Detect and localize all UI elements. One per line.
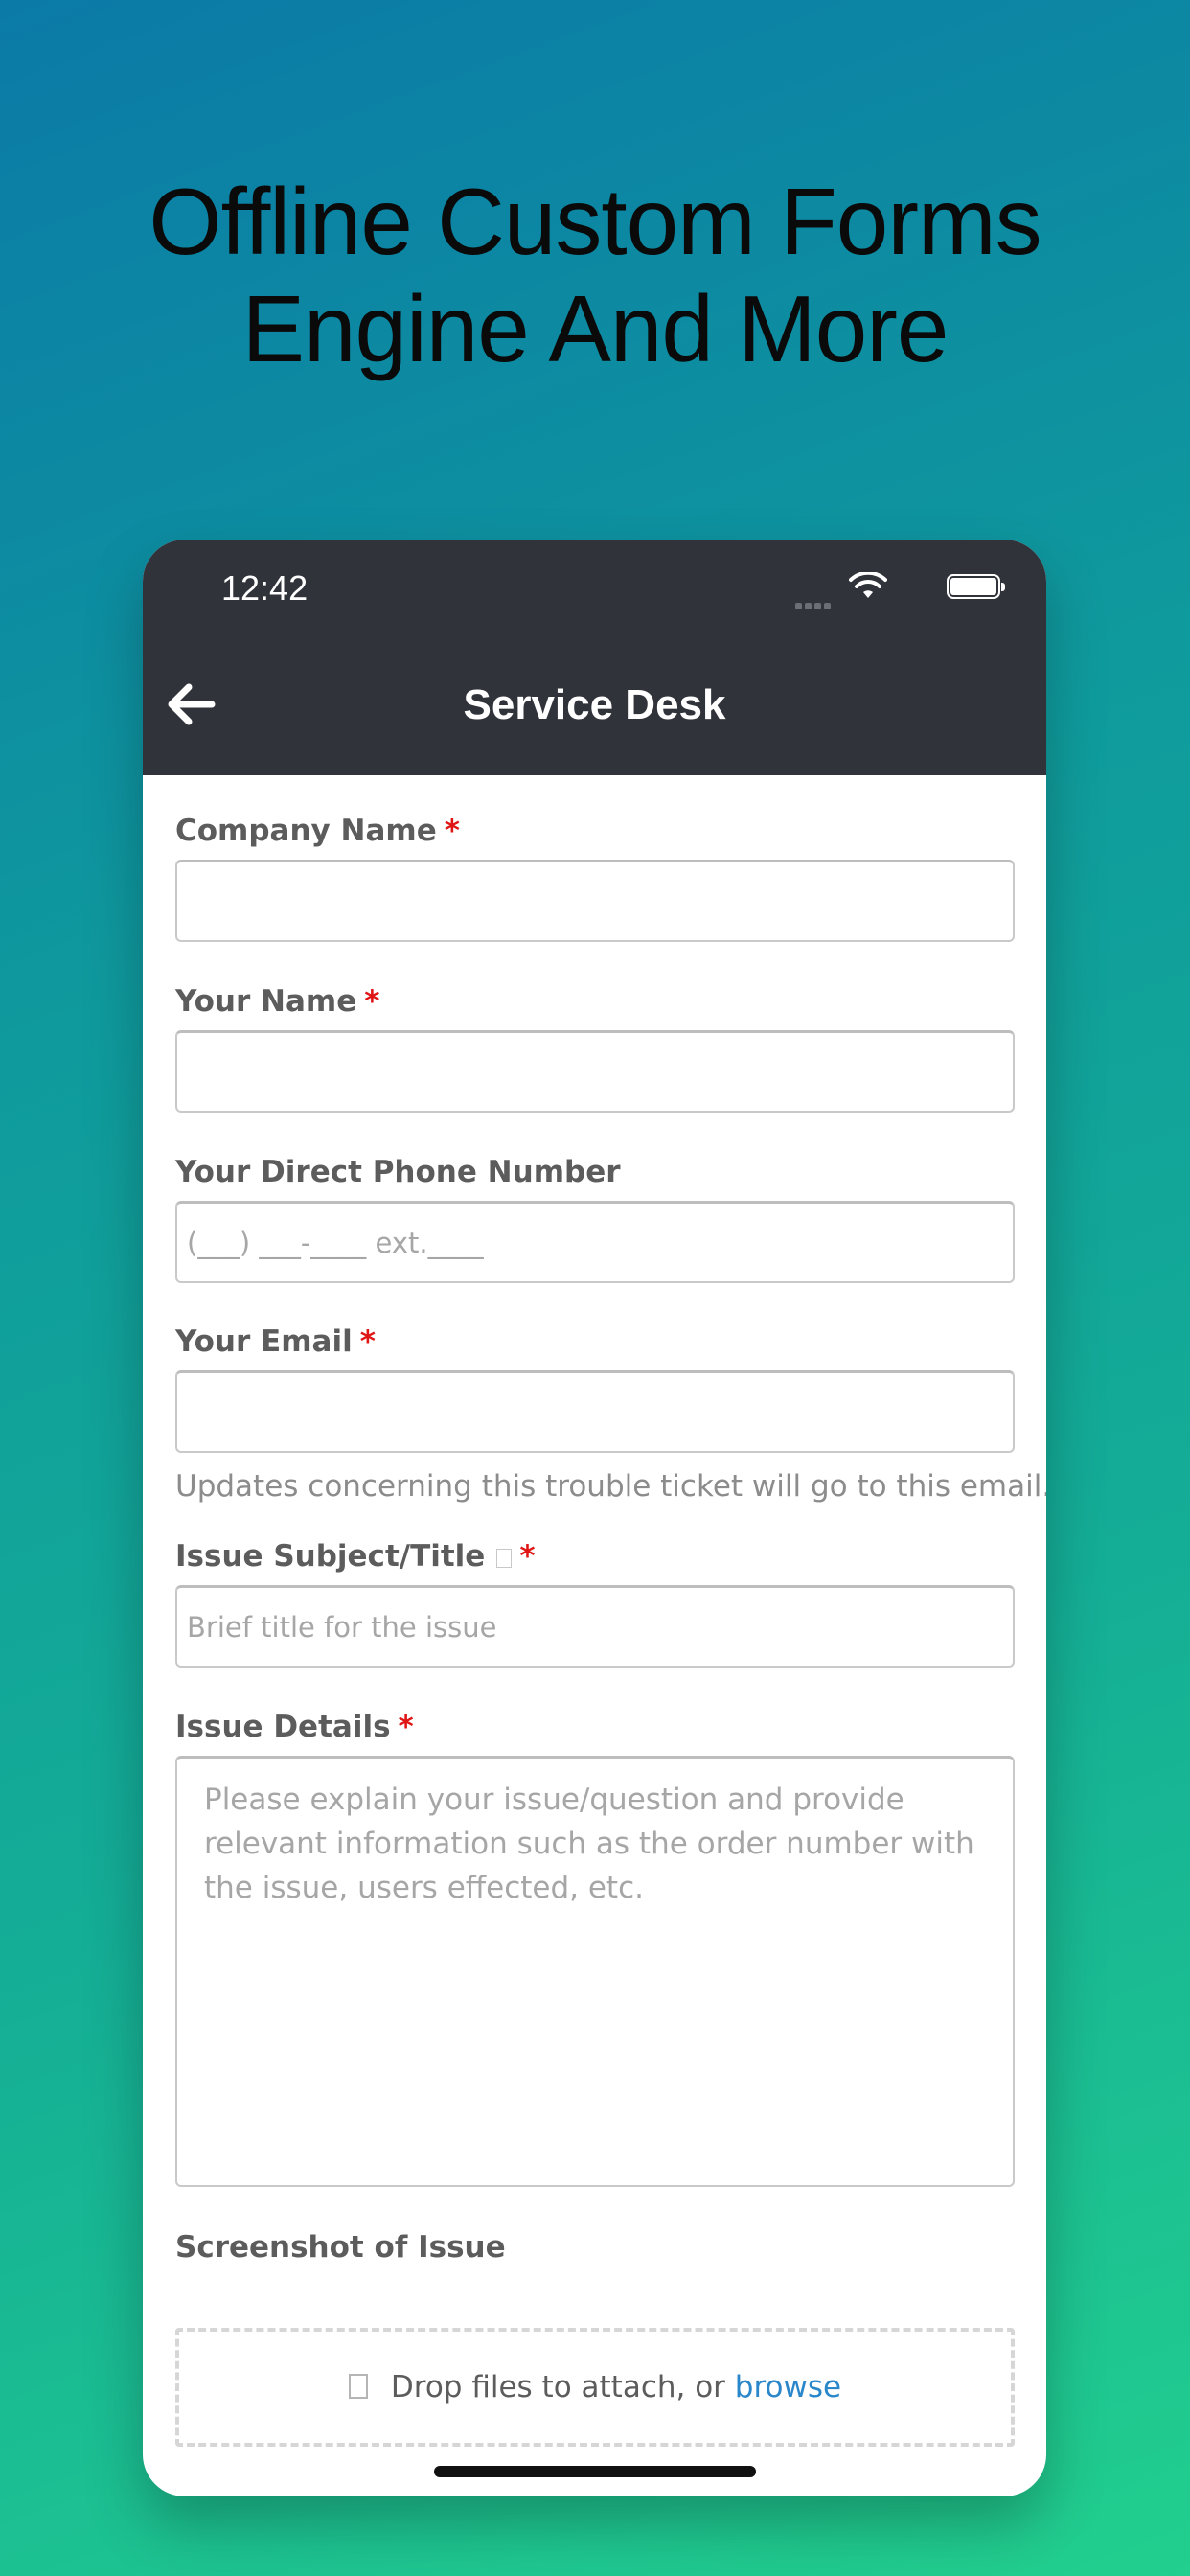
wifi-icon	[849, 572, 887, 598]
your-name-label: Your Name *	[175, 984, 380, 1019]
issue-subject-label: Issue Subject/Title *	[175, 1539, 536, 1574]
file-dropzone[interactable]: Drop files to attach, or browse	[175, 2328, 1015, 2447]
phone-input[interactable]: (___) ___-____ ext.____	[175, 1201, 1015, 1283]
required-marker: *	[444, 814, 460, 848]
issue-subject-input[interactable]: Brief title for the issue	[175, 1585, 1015, 1668]
required-marker: *	[364, 984, 380, 1019]
battery-icon	[947, 574, 1005, 599]
cellular-signal-icon	[795, 595, 837, 610]
status-time: 12:42	[221, 568, 309, 608]
email-hint: Updates concerning this trouble ticket w…	[175, 1469, 1046, 1504]
required-marker: *	[519, 1539, 536, 1574]
screenshot-label: Screenshot of Issue	[175, 2230, 506, 2265]
required-marker: *	[398, 1710, 414, 1744]
file-icon	[348, 2373, 368, 2399]
email-label: Your Email *	[175, 1324, 376, 1359]
your-name-input[interactable]	[175, 1030, 1015, 1113]
issue-details-label: Issue Details *	[175, 1710, 414, 1744]
info-icon[interactable]	[496, 1548, 513, 1568]
headline-line-2: Engine And More	[241, 276, 950, 381]
browse-link[interactable]: browse	[735, 2370, 841, 2404]
phone-screen: 12:42 Service Desk Company Name * Your Na…	[143, 540, 1046, 2496]
drop-text: Drop files to attach, or	[390, 2370, 725, 2404]
company-name-input[interactable]	[175, 860, 1015, 942]
status-icons	[790, 572, 1005, 610]
page-title: Service Desk	[463, 681, 726, 728]
app-header: 12:42 Service Desk	[143, 540, 1046, 775]
required-marker: *	[359, 1324, 376, 1359]
headline-line-1: Offline Custom Forms	[149, 169, 1041, 274]
marketing-headline: Offline Custom Forms Engine And More	[0, 168, 1190, 382]
issue-details-textarea[interactable]: Please explain your issue/question and p…	[175, 1756, 1015, 2187]
email-input[interactable]	[175, 1370, 1015, 1453]
home-indicator[interactable]	[434, 2466, 756, 2477]
company-name-label: Company Name *	[175, 814, 460, 848]
phone-label: Your Direct Phone Number	[175, 1155, 621, 1189]
